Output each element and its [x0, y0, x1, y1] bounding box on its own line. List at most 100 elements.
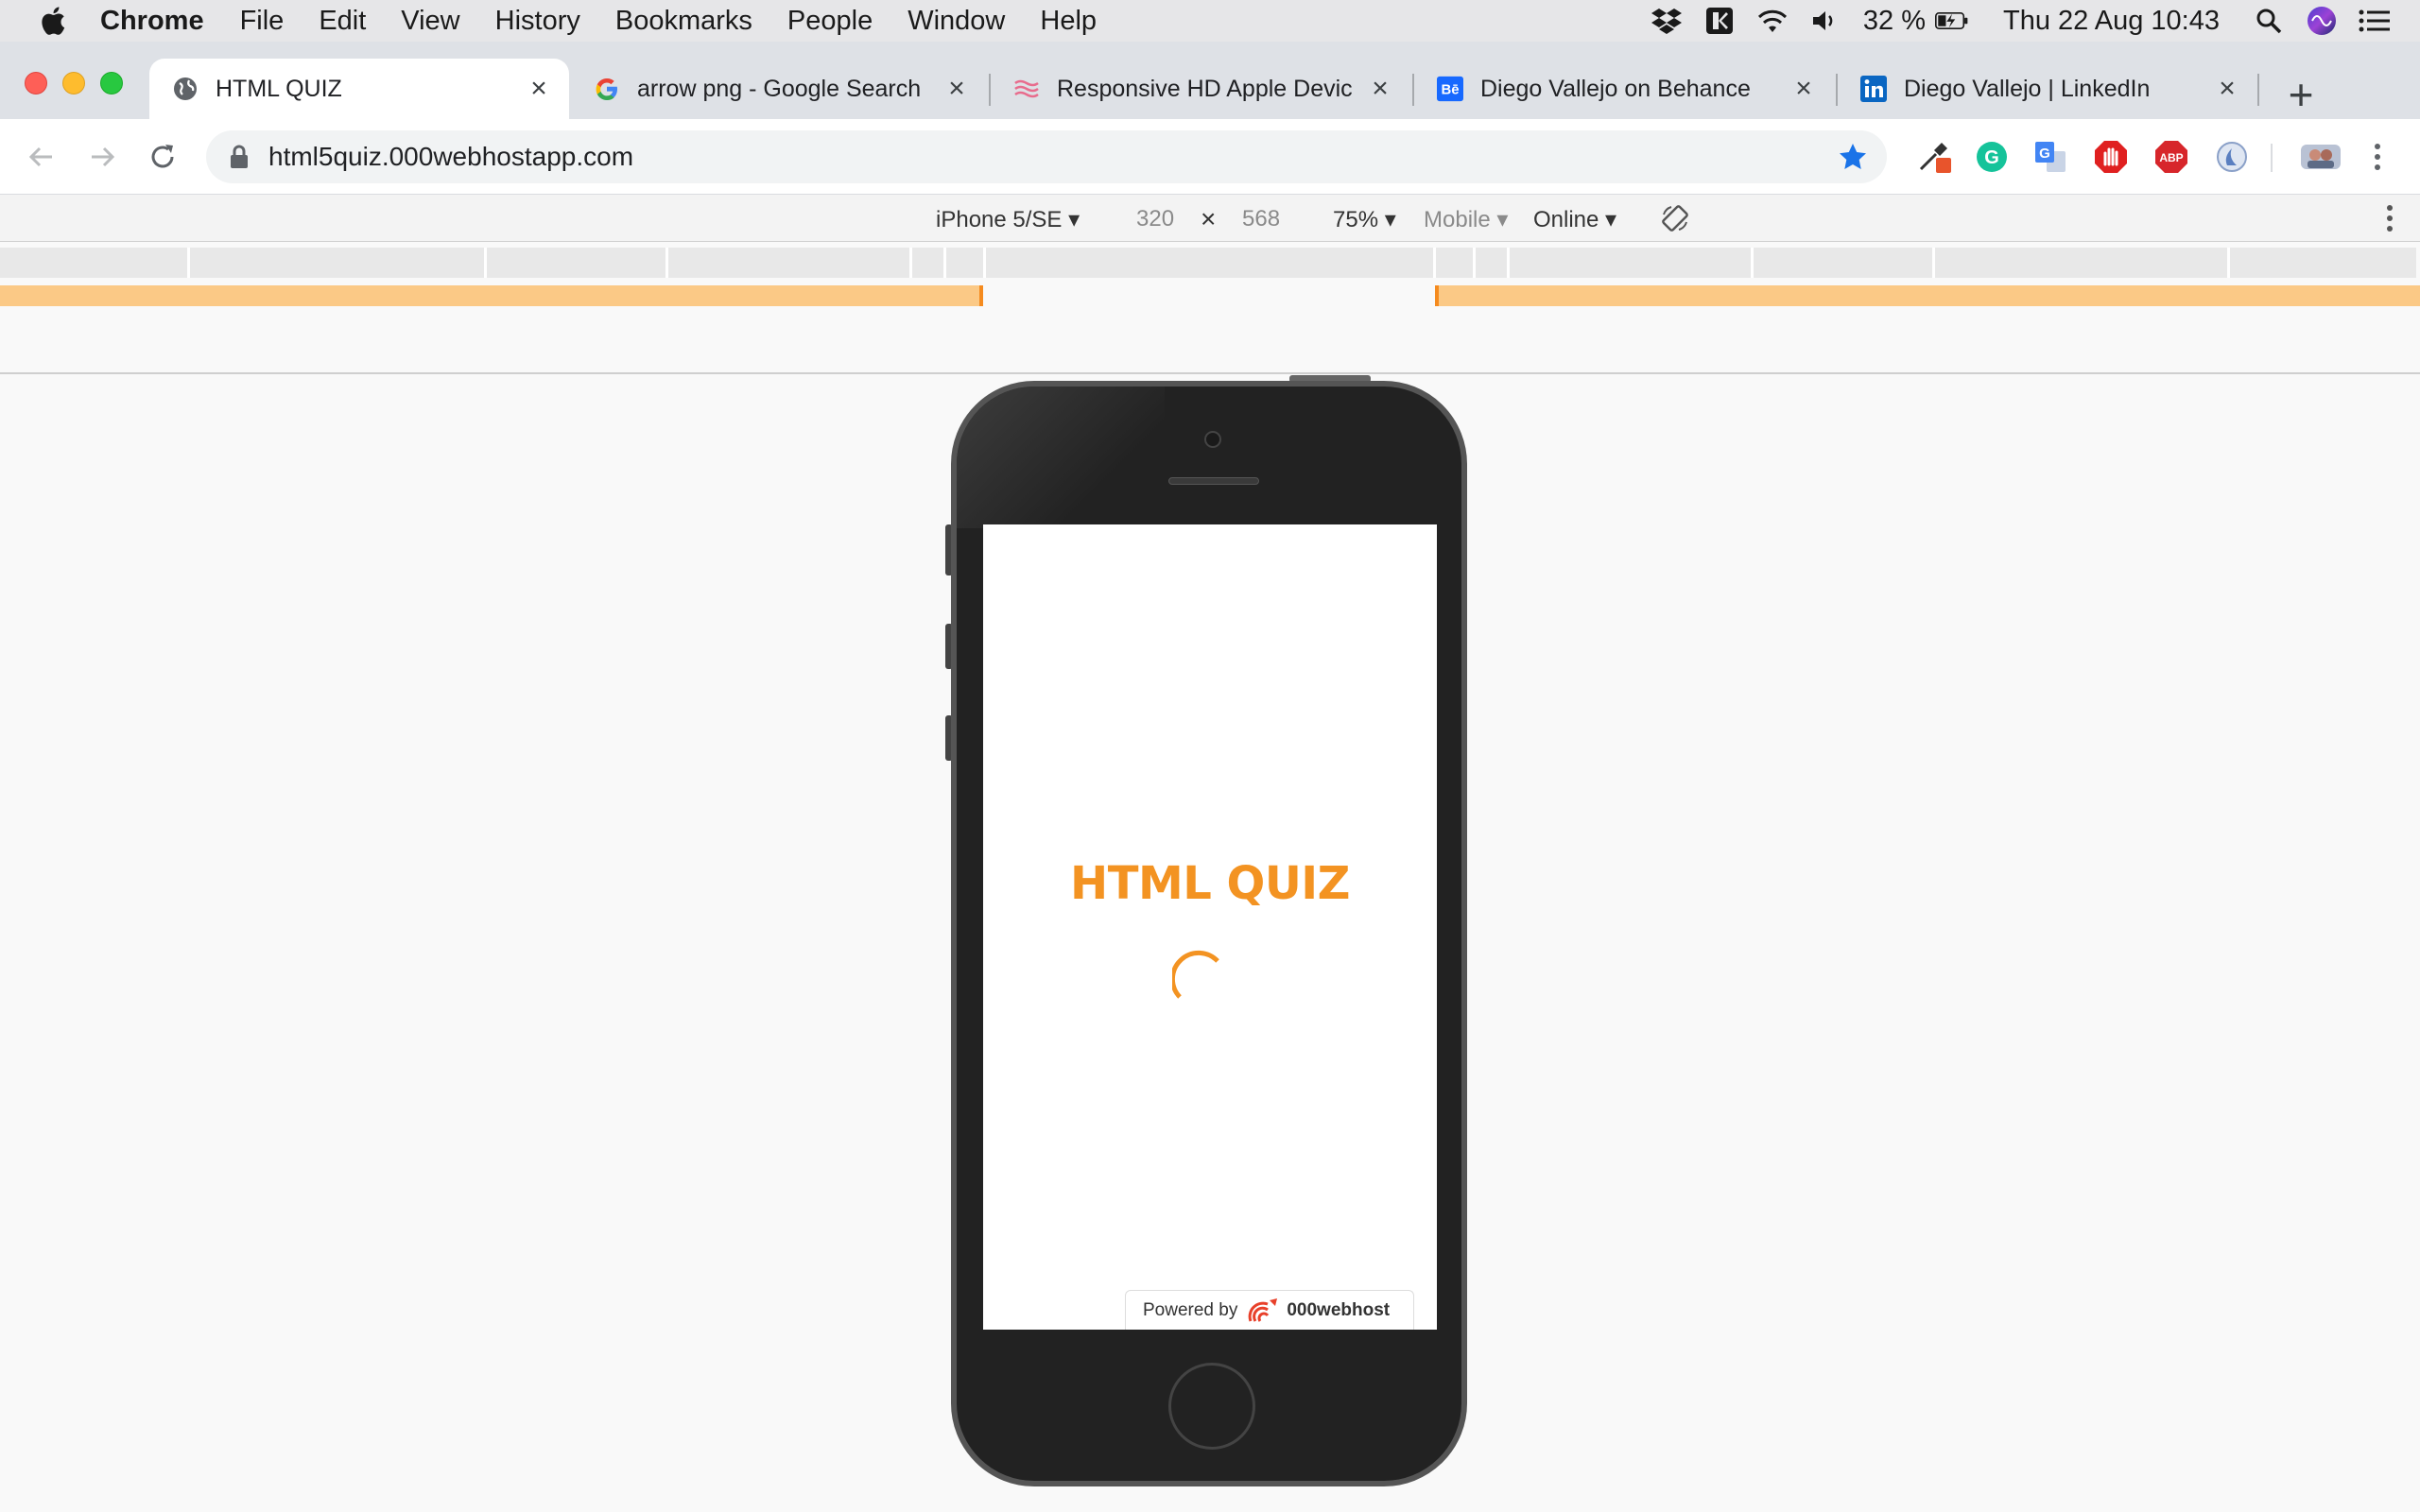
media-query-orange-left[interactable]	[0, 285, 983, 306]
dimension-times: ×	[1201, 204, 1217, 233]
menu-people[interactable]: People	[787, 6, 873, 37]
grammarly-icon[interactable]: G	[1974, 139, 2010, 175]
mq-divider	[666, 248, 668, 278]
tab-close-icon[interactable]: ×	[943, 75, 970, 103]
lock-icon[interactable]	[229, 145, 250, 169]
address-bar[interactable]: html5quiz.000webhostapp.com	[206, 130, 1887, 183]
media-query-orange-right[interactable]	[1435, 285, 2420, 306]
tab-html-quiz[interactable]: HTML QUIZ ×	[149, 59, 569, 119]
device-width-input[interactable]: 320	[1136, 206, 1174, 232]
apple-icon[interactable]	[38, 5, 66, 37]
media-query-bar	[0, 242, 2420, 374]
stop-hand-icon[interactable]	[2093, 139, 2129, 175]
rotate-icon[interactable]	[1660, 203, 1690, 233]
mq-divider	[983, 248, 986, 278]
loading-spinner-icon	[1172, 950, 1219, 999]
earpiece-speaker	[1168, 477, 1259, 485]
vpn-extension-icon[interactable]	[2214, 139, 2250, 175]
adblock-plus-icon[interactable]: ABP	[2153, 139, 2189, 175]
menu-history[interactable]: History	[495, 6, 580, 37]
tab-close-icon[interactable]: ×	[1367, 75, 1393, 103]
volume-icon[interactable]	[1808, 7, 1842, 35]
reload-button[interactable]	[142, 136, 183, 178]
waves-icon	[1013, 76, 1040, 102]
menu-bookmarks[interactable]: Bookmarks	[615, 6, 752, 37]
dropbox-icon[interactable]	[1650, 7, 1684, 35]
google-translate-icon[interactable]: G	[2032, 139, 2068, 175]
siri-icon[interactable]	[2305, 7, 2339, 35]
tab-linkedin[interactable]: Diego Vallejo | LinkedIn ×	[1838, 59, 2257, 119]
app-tray-icon[interactable]	[1703, 7, 1737, 35]
mq-divider	[1507, 248, 1510, 278]
device-toolbar: iPhone 5/SE ▾ 320 × 568 75% ▾ Mobile ▾ O…	[0, 195, 2420, 242]
media-query-segments[interactable]	[0, 248, 2416, 278]
profile-avatar[interactable]	[2299, 139, 2342, 175]
device-select[interactable]: iPhone 5/SE ▾	[936, 206, 1080, 233]
chrome-menu-icon[interactable]	[2360, 139, 2395, 175]
tab-close-icon[interactable]: ×	[2214, 75, 2240, 103]
bookmark-star-icon[interactable]	[1838, 142, 1868, 172]
device-height-input[interactable]: 568	[1242, 206, 1280, 232]
phone-shine	[957, 387, 1165, 528]
window-close-button[interactable]	[25, 72, 47, 94]
page-title: HTML QUIZ	[1070, 857, 1350, 910]
svg-text:ABP: ABP	[2159, 151, 2183, 164]
menu-window[interactable]: Window	[908, 6, 1005, 37]
front-camera	[1204, 431, 1221, 448]
spotlight-search-icon[interactable]	[2252, 7, 2286, 35]
menu-app-name[interactable]: Chrome	[100, 6, 204, 37]
new-tab-button[interactable]: +	[2280, 73, 2322, 117]
battery-charging-icon[interactable]	[1935, 7, 1969, 35]
wifi-icon[interactable]	[1755, 7, 1789, 35]
menu-file[interactable]: File	[240, 6, 285, 37]
globe-icon	[172, 76, 199, 102]
tab-behance[interactable]: Bē Diego Vallejo on Behance ×	[1414, 59, 1834, 119]
mq-divider	[484, 248, 487, 278]
home-button	[1168, 1363, 1255, 1450]
zoom-select[interactable]: 75% ▾	[1333, 206, 1396, 233]
menu-view[interactable]: View	[401, 6, 459, 37]
svg-text:G: G	[2039, 146, 2050, 162]
menu-edit[interactable]: Edit	[319, 6, 366, 37]
mq-divider	[1751, 248, 1754, 278]
mq-divider	[1433, 248, 1436, 278]
tab-title: Diego Vallejo | LinkedIn	[1904, 75, 2151, 102]
behance-icon: Bē	[1437, 76, 1463, 102]
google-icon	[594, 76, 620, 102]
tab-title: HTML QUIZ	[216, 75, 342, 102]
tab-separator	[2257, 74, 2259, 106]
back-button[interactable]	[21, 136, 62, 178]
device-toolbar-more-icon[interactable]	[2386, 204, 2394, 239]
tab-close-icon[interactable]: ×	[1790, 75, 1817, 103]
mq-divider	[943, 248, 946, 278]
notification-center-icon[interactable]	[2358, 7, 2392, 35]
tab-strip: HTML QUIZ × arrow png - Google Search × …	[0, 42, 2420, 119]
eyedropper-extension-icon[interactable]	[1917, 139, 1953, 175]
mq-divider	[1473, 248, 1476, 278]
tab-title: Responsive HD Apple Devic	[1057, 75, 1353, 102]
powered-by-brand: 000webhost	[1287, 1299, 1391, 1320]
mq-divider	[187, 248, 190, 278]
clock[interactable]: Thu 22 Aug 10:43	[2003, 6, 2220, 37]
emulated-viewport: HTML QUIZ Powered by 000webhost	[983, 524, 1437, 1330]
tab-responsive-devices[interactable]: Responsive HD Apple Devic ×	[991, 59, 1410, 119]
linkedin-icon	[1860, 76, 1887, 102]
powered-by-badge[interactable]: Powered by 000webhost	[1125, 1290, 1414, 1330]
url-text[interactable]: html5quiz.000webhostapp.com	[268, 142, 633, 172]
menu-help[interactable]: Help	[1040, 6, 1097, 37]
tab-title: Diego Vallejo on Behance	[1480, 75, 1751, 102]
window-minimize-button[interactable]	[62, 72, 85, 94]
forward-button[interactable]	[81, 136, 123, 178]
browser-toolbar: html5quiz.000webhostapp.com G G ABP	[0, 119, 2420, 195]
macos-menubar: Chrome File Edit View History Bookmarks …	[0, 0, 2420, 42]
mq-divider	[1932, 248, 1935, 278]
device-type-select[interactable]: Mobile ▾	[1424, 206, 1508, 233]
tab-google-search[interactable]: arrow png - Google Search ×	[571, 59, 987, 119]
svg-text:G: G	[1984, 147, 1999, 168]
000webhost-logo-icon	[1248, 1297, 1278, 1322]
toolbar-divider	[2271, 144, 2273, 172]
network-throttle-select[interactable]: Online ▾	[1533, 206, 1616, 233]
battery-percent: 32 %	[1862, 5, 1927, 36]
window-zoom-button[interactable]	[100, 72, 123, 94]
tab-close-icon[interactable]: ×	[526, 75, 552, 103]
